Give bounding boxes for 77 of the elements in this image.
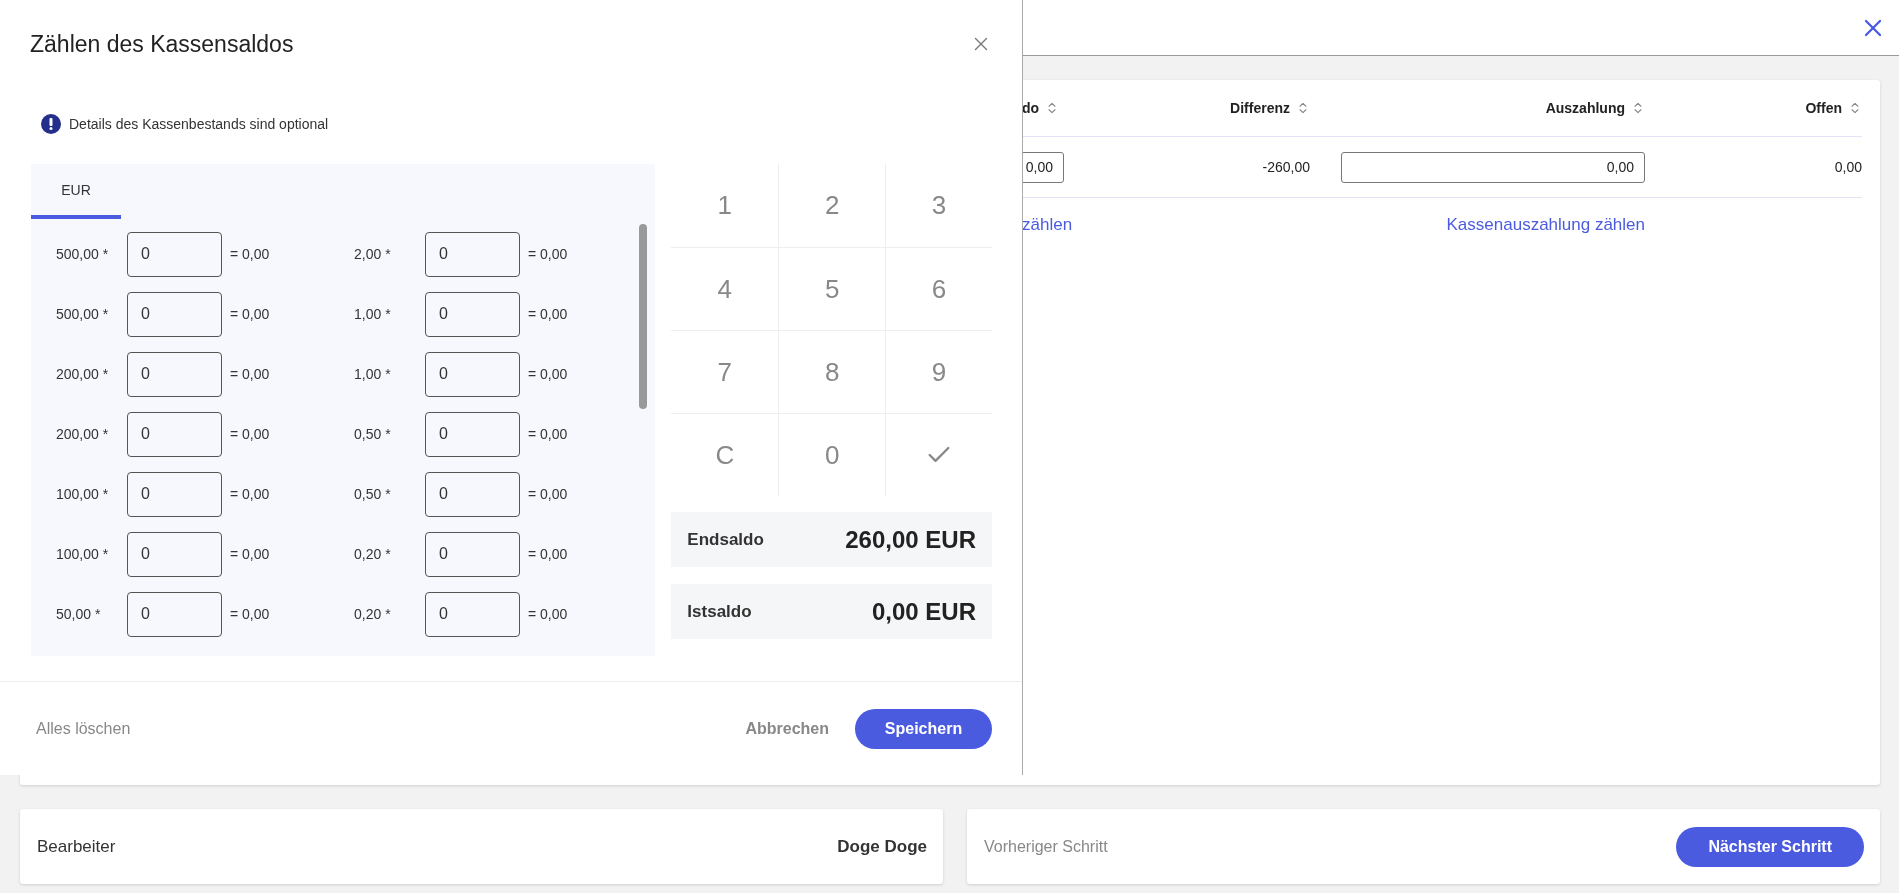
balance-label: Istsaldo [687,601,752,622]
currency-tab[interactable]: EUR [31,164,121,219]
denomination-total: = 0,00 [528,486,568,502]
denomination-label: 0,50 * [354,486,392,502]
count-field[interactable]: 0 [127,291,222,337]
denomination-label: 0,20 * [354,546,392,562]
column-header: do [1022,100,1040,116]
count-field[interactable]: 0 [425,471,520,517]
keypad-key[interactable]: 8 [778,330,886,413]
table-cell: 0,00 [1834,159,1862,175]
count-field[interactable]: 0 [425,591,520,637]
balance-label: Endsaldo [687,529,764,550]
denomination-total: = 0,00 [528,306,568,322]
cancel-button[interactable]: Abbrechen [745,719,829,738]
denomination-label: 100,00 * [56,486,110,502]
count-link[interactable]: Kassenauszahlung zählen [1446,215,1645,235]
denomination-total: = 0,00 [528,546,568,562]
table-cell: -260,00 [1262,159,1310,175]
balance-value: 260,00 EUR [845,525,976,554]
count-field[interactable]: 0 [425,411,520,457]
keypad-key[interactable]: 7 [671,330,779,413]
editor-label: Bearbeiter [37,836,116,857]
column-header: Auszahlung [1545,100,1625,116]
denomination-total: = 0,00 [230,246,270,262]
denomination-label: 200,00 * [56,366,110,382]
denomination-total: = 0,00 [528,606,568,622]
column-header: Differenz [1230,100,1290,116]
keypad-key[interactable]: 6 [885,247,992,330]
save-button[interactable]: Speichern [855,708,992,749]
count-field[interactable]: 0 [127,411,222,457]
denomination-total: = 0,00 [528,366,568,382]
keypad-key[interactable]: 3 [885,164,992,247]
scrollbar[interactable] [639,224,648,409]
info-text: Details des Kassenbestands sind optional [69,116,329,132]
keypad-key[interactable]: 2 [778,164,886,247]
keypad-key[interactable]: 5 [778,247,886,330]
balance-value: 0,00 EUR [871,597,976,626]
keypad-key[interactable]: 0 [778,413,886,496]
denomination-label: 1,00 * [354,366,392,382]
keypad-key[interactable]: C [671,413,779,496]
denomination-label: 200,00 * [56,426,110,442]
next-step-button[interactable]: Nächster Schritt [1676,826,1864,867]
info-icon [41,114,61,134]
denomination-label: 0,50 * [354,426,392,442]
denomination-total: = 0,00 [528,246,568,262]
count-field[interactable]: 0 [127,531,222,577]
denomination-label: 50,00 * [56,606,102,622]
count-field[interactable]: 0 [127,231,222,277]
keypad-key[interactable]: 4 [671,247,779,330]
denomination-total: = 0,00 [230,366,270,382]
count-field[interactable]: 0 [425,531,520,577]
denomination-label: 1,00 * [354,306,392,322]
denomination-label: 500,00 * [56,306,110,322]
count-field[interactable]: 0 [127,591,222,637]
denomination-label: 0,20 * [354,606,392,622]
denomination-total: = 0,00 [230,486,270,502]
count-field[interactable]: 0 [425,291,520,337]
count-field[interactable]: 0 [425,351,520,397]
denomination-label: 2,00 * [354,246,392,262]
keypad-key[interactable]: 1 [671,164,779,247]
denomination-total: = 0,00 [230,306,270,322]
editor-name: Doge Doge [837,836,927,857]
previous-step-button[interactable]: Vorheriger Schritt [984,837,1108,856]
keypad-key[interactable]: 9 [885,330,992,413]
denomination-total: = 0,00 [230,606,270,622]
amount-field[interactable]: 0,00 [1341,151,1645,183]
denomination-label: 100,00 * [56,546,110,562]
denomination-total: = 0,00 [528,426,568,442]
clear-all-button[interactable]: Alles löschen [36,719,131,738]
dialog-title: Zählen des Kassensaldos [30,30,294,58]
denomination-total: = 0,00 [230,546,270,562]
denomination-total: = 0,00 [230,426,270,442]
count-field[interactable]: 0 [425,231,520,277]
count-field[interactable]: 0 [127,351,222,397]
count-field[interactable]: 0 [127,471,222,517]
denomination-label: 500,00 * [56,246,110,262]
column-header: Offen [1805,100,1842,116]
